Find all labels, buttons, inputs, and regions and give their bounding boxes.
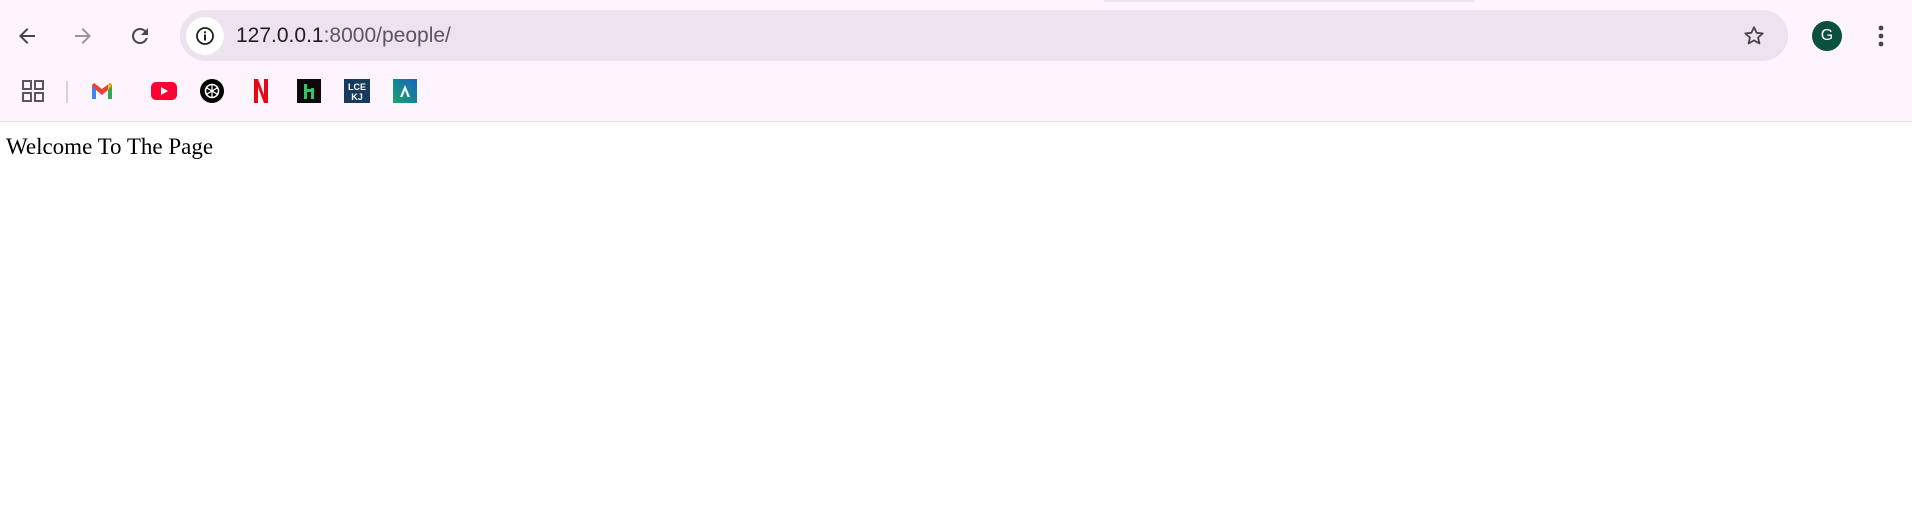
url-text[interactable]: 127.0.0.1:8000/people/ [236, 24, 451, 48]
youtube-bookmark[interactable] [150, 77, 178, 105]
address-bar[interactable]: 127.0.0.1:8000/people/ [180, 10, 1788, 61]
youtube-icon [151, 82, 177, 100]
openai-icon [200, 79, 224, 103]
url-path: :8000/people/ [323, 24, 451, 47]
reload-icon [132, 28, 148, 44]
hackerrank-icon [297, 79, 321, 103]
arrow-right-icon [75, 28, 91, 44]
svg-text:LCE: LCE [348, 82, 366, 92]
arrow-a-bookmark[interactable] [391, 77, 419, 105]
gmail-icon [92, 83, 112, 99]
site-info-button[interactable] [186, 17, 224, 55]
hackerrank-bookmark[interactable] [295, 77, 323, 105]
profile-avatar[interactable]: G [1812, 21, 1842, 51]
openai-bookmark[interactable] [198, 77, 226, 105]
bookmarks-bar: LCE KJ [0, 74, 1912, 108]
apps-grid-bookmark[interactable] [19, 77, 47, 105]
kebab-menu-icon [1878, 25, 1884, 47]
reload-button[interactable] [118, 14, 162, 58]
url-host: 127.0.0.1 [236, 24, 324, 47]
svg-text:KJ: KJ [351, 92, 363, 102]
lcekj-bookmark[interactable]: LCE KJ [343, 77, 371, 105]
tab-strip-edge [1104, 0, 1474, 2]
star-icon [1744, 26, 1764, 45]
lcekj-icon: LCE KJ [344, 79, 370, 103]
netflix-icon [254, 79, 268, 103]
browser-menu-button[interactable] [1866, 16, 1896, 56]
forward-button[interactable] [61, 14, 105, 58]
bookmark-star-button[interactable] [1736, 18, 1772, 54]
arrow-a-icon [393, 79, 417, 103]
gmail-bookmark[interactable] [88, 77, 116, 105]
apps-grid-icon [22, 80, 44, 102]
arrow-left-icon [19, 28, 35, 44]
page-welcome-text: Welcome To The Page [6, 134, 214, 159]
info-icon [196, 27, 214, 45]
netflix-bookmark[interactable] [247, 77, 275, 105]
browser-toolbar: 127.0.0.1:8000/people/ G LCE KJ [0, 0, 1912, 122]
bookmarks-divider [66, 81, 68, 103]
back-button[interactable] [5, 14, 49, 58]
